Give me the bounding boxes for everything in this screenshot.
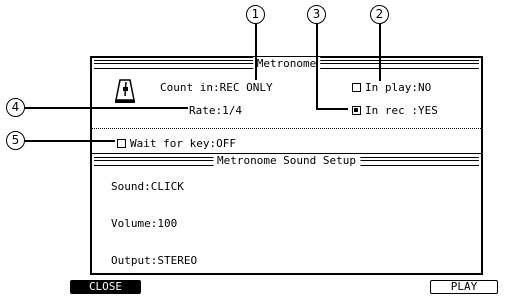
volume-setting[interactable]: Volume:100 (111, 217, 177, 230)
metronome-title: Metronome (252, 57, 321, 70)
callout-2: 2 (370, 5, 389, 24)
in-play-checkbox[interactable] (352, 83, 361, 92)
metronome-icon (115, 79, 135, 103)
sound-setting[interactable]: Sound:CLICK (111, 180, 184, 193)
callout-4: 4 (6, 98, 25, 117)
play-button[interactable]: PLAY (430, 280, 498, 294)
in-rec-checkbox[interactable] (352, 106, 361, 115)
section-divider (92, 128, 481, 129)
sound-setup-title-bar: Metronome Sound Setup (92, 154, 481, 167)
output-setting[interactable]: Output:STEREO (111, 254, 197, 267)
close-button[interactable]: CLOSE (70, 280, 141, 294)
count-in-setting[interactable]: Count in:REC ONLY (160, 81, 273, 94)
callout-5: 5 (6, 131, 25, 150)
lcd-screen: Metronome Count in:REC ONLY Rate:1/4 In … (90, 56, 483, 275)
in-play-setting[interactable]: In play:NO (365, 81, 431, 94)
in-rec-setting[interactable]: In rec :YES (365, 104, 438, 117)
metronome-title-bar: Metronome (92, 57, 481, 70)
callout-3: 3 (307, 5, 326, 24)
wait-for-key-checkbox[interactable] (117, 139, 126, 148)
sound-setup-title: Metronome Sound Setup (212, 154, 361, 167)
wait-for-key-setting[interactable]: Wait for key:OFF (130, 137, 236, 150)
callout-1: 1 (246, 5, 265, 24)
rate-setting[interactable]: Rate:1/4 (189, 104, 242, 117)
